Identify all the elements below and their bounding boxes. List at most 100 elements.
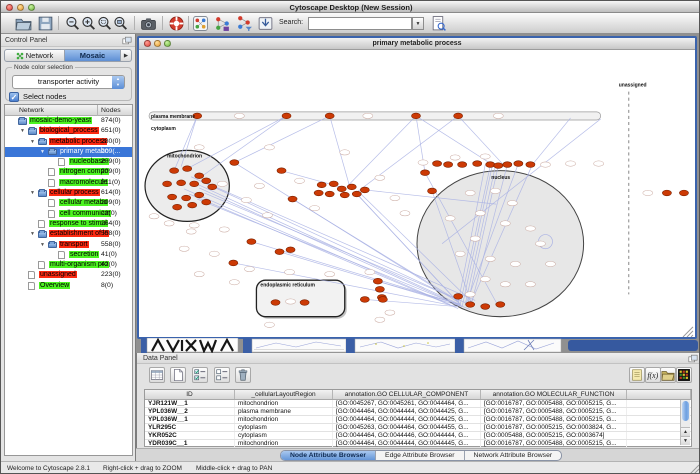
expand-arrow-icon[interactable]: ▼ bbox=[30, 139, 35, 145]
column-header-3[interactable]: annotation.GO MOLECULAR_FUNCTION bbox=[481, 390, 627, 399]
expand-arrow-icon[interactable]: ▼ bbox=[40, 242, 45, 248]
network-node[interactable] bbox=[202, 178, 211, 184]
table-cell[interactable]: cytoplasm bbox=[235, 424, 333, 431]
expand-arrow-icon[interactable]: ▼ bbox=[30, 190, 35, 196]
new-attribute-button[interactable] bbox=[170, 367, 186, 383]
network-node[interactable] bbox=[329, 181, 338, 187]
network-node[interactable] bbox=[514, 161, 523, 167]
search-input[interactable] bbox=[308, 17, 412, 30]
canvas-resize-grip[interactable] bbox=[683, 327, 693, 337]
import-network-button[interactable] bbox=[257, 15, 274, 32]
network-node[interactable] bbox=[473, 161, 482, 167]
table-cell[interactable]: [GO:0044464, GO:0044446, GO:0044444, G..… bbox=[333, 432, 481, 439]
table-row-ykr052c[interactable]: YKR052Ccytoplasm[GO:0044464, GO:0044446,… bbox=[145, 432, 691, 440]
tree-row-nucleobase-[interactable]: nucleobase-209(0) bbox=[5, 157, 132, 167]
network-node[interactable] bbox=[454, 294, 463, 300]
network-node[interactable] bbox=[300, 300, 309, 306]
network-node[interactable] bbox=[466, 302, 475, 308]
tree-row-metabolic-process[interactable]: ▼metabolic process280(0) bbox=[5, 137, 132, 147]
function-builder-button[interactable]: f(x) bbox=[645, 367, 661, 383]
delete-attribute-button[interactable] bbox=[235, 367, 251, 383]
scroll-down-button[interactable]: ▼ bbox=[681, 436, 690, 445]
network-node[interactable] bbox=[411, 113, 420, 119]
attribute-table-button[interactable] bbox=[149, 367, 165, 383]
network-node[interactable] bbox=[526, 162, 535, 168]
table-cell[interactable]: YPL036W__2 bbox=[145, 408, 235, 415]
table-cell[interactable]: YDR039C__1 bbox=[145, 440, 235, 447]
snapshot-button[interactable] bbox=[140, 15, 157, 32]
scroll-up-button[interactable]: ▲ bbox=[681, 427, 690, 436]
network-node[interactable] bbox=[373, 278, 382, 284]
table-cell[interactable]: [GO:0044464, GO:0044444, GO:0044425, G..… bbox=[333, 416, 481, 423]
float-panel-icon[interactable] bbox=[122, 36, 132, 45]
table-cell[interactable]: [GO:0016787, GO:0005488, GO:0005215, G..… bbox=[481, 440, 627, 447]
network-node[interactable] bbox=[494, 163, 503, 169]
scrollbar-thumb[interactable] bbox=[682, 401, 689, 421]
table-cell[interactable]: mitochondrion bbox=[235, 416, 333, 423]
network-node[interactable] bbox=[183, 166, 192, 172]
network-node[interactable] bbox=[288, 196, 297, 202]
table-cell[interactable]: [GO:0016787, GO:0005488, GO:0005215, G..… bbox=[481, 408, 627, 415]
network-overview-button[interactable] bbox=[192, 15, 209, 32]
network-node[interactable] bbox=[503, 162, 512, 168]
node-color-dropdown[interactable]: transporter activity ▲▼ bbox=[12, 75, 125, 89]
expand-arrow-icon[interactable]: ▼ bbox=[30, 231, 35, 237]
network-node[interactable] bbox=[177, 180, 186, 186]
tree-row-biological-process[interactable]: ▼biological_process651(0) bbox=[5, 126, 132, 136]
table-cell[interactable]: [GO:0045267, GO:0045261, GO:0044464, G..… bbox=[333, 400, 481, 407]
tree-row-nitrogen-compo[interactable]: nitrogen compo209(0) bbox=[5, 167, 132, 177]
network-node[interactable] bbox=[458, 162, 467, 168]
network-node[interactable] bbox=[170, 168, 179, 174]
expand-arrow-icon[interactable]: ▼ bbox=[20, 128, 25, 134]
network-node[interactable] bbox=[454, 113, 463, 119]
table-cell[interactable]: [GO:0016787, GO:0005488, GO:0005215, G..… bbox=[481, 416, 627, 423]
attribute-notes-button[interactable] bbox=[629, 367, 645, 383]
table-row-ydr039c__1[interactable]: YDR039C__1mitochondrion[GO:0044464, GO:0… bbox=[145, 440, 691, 448]
import-attributes-button[interactable] bbox=[660, 367, 676, 383]
zoom-selected-button[interactable] bbox=[96, 15, 113, 32]
table-cell[interactable]: [GO:0005488, GO:0005215, GO:0003674] bbox=[481, 432, 627, 439]
network-node[interactable] bbox=[275, 249, 284, 255]
tree-row-cellular-process[interactable]: ▼cellular process614(0) bbox=[5, 188, 132, 198]
network-node[interactable] bbox=[444, 162, 453, 168]
network-node[interactable] bbox=[173, 204, 182, 210]
table-cell[interactable]: YKR052C bbox=[145, 432, 235, 439]
network-node[interactable] bbox=[182, 195, 191, 201]
tabs-overflow-button[interactable]: ▶ bbox=[121, 49, 132, 62]
network-node[interactable] bbox=[195, 192, 204, 198]
zoom-fit-button[interactable] bbox=[112, 15, 129, 32]
network-node[interactable] bbox=[340, 192, 349, 198]
network-node[interactable] bbox=[163, 181, 172, 187]
network-node[interactable] bbox=[486, 162, 495, 168]
network-node[interactable] bbox=[190, 181, 199, 187]
table-cell[interactable]: [GO:0045263, GO:0044464, GO:0044455, G..… bbox=[333, 424, 481, 431]
network-node[interactable] bbox=[325, 113, 334, 119]
tree-row-multi-organism-pro[interactable]: multi-organism pro42(0) bbox=[5, 260, 132, 270]
network-node[interactable] bbox=[314, 190, 323, 196]
expand-arrow-icon[interactable]: ▼ bbox=[40, 149, 45, 155]
network-node[interactable] bbox=[325, 191, 334, 197]
table-cell[interactable]: [GO:0044464, GO:0044444, GO:0044425, G..… bbox=[333, 408, 481, 415]
network-node[interactable] bbox=[188, 202, 197, 208]
tab-network[interactable]: Network bbox=[4, 49, 65, 62]
network-node[interactable] bbox=[433, 161, 442, 167]
network-node[interactable] bbox=[247, 239, 256, 245]
tree-row-establishment-of-lo[interactable]: ▼establishment of lo558(0) bbox=[5, 229, 132, 239]
network-node[interactable] bbox=[286, 247, 295, 253]
network-node[interactable] bbox=[375, 286, 384, 292]
table-cell[interactable]: mitochondrion bbox=[235, 400, 333, 407]
select-nodes-checkbox[interactable]: ✓ bbox=[9, 92, 19, 102]
network-node[interactable] bbox=[679, 190, 688, 196]
table-row-ypl036w__1[interactable]: YPL036W__1mitochondrion[GO:0044464, GO:0… bbox=[145, 416, 691, 424]
table-row-ypl036w__2[interactable]: YPL036W__2plasma membrane[GO:0044464, GO… bbox=[145, 408, 691, 416]
network-node[interactable] bbox=[230, 160, 239, 166]
network-node[interactable] bbox=[208, 184, 217, 190]
network-node[interactable] bbox=[347, 184, 356, 190]
search-options-button[interactable] bbox=[430, 15, 447, 32]
column-header-id[interactable]: ID bbox=[145, 390, 235, 399]
table-cell[interactable]: YLR295C bbox=[145, 424, 235, 431]
network-node[interactable] bbox=[282, 113, 291, 119]
table-cell[interactable]: [GO:0044464, GO:0044444, GO:0044445, G..… bbox=[333, 440, 481, 447]
network-node[interactable] bbox=[378, 297, 387, 303]
network-canvas[interactable]: plasma membranecytoplasmmitochondrionnuc… bbox=[139, 51, 695, 337]
